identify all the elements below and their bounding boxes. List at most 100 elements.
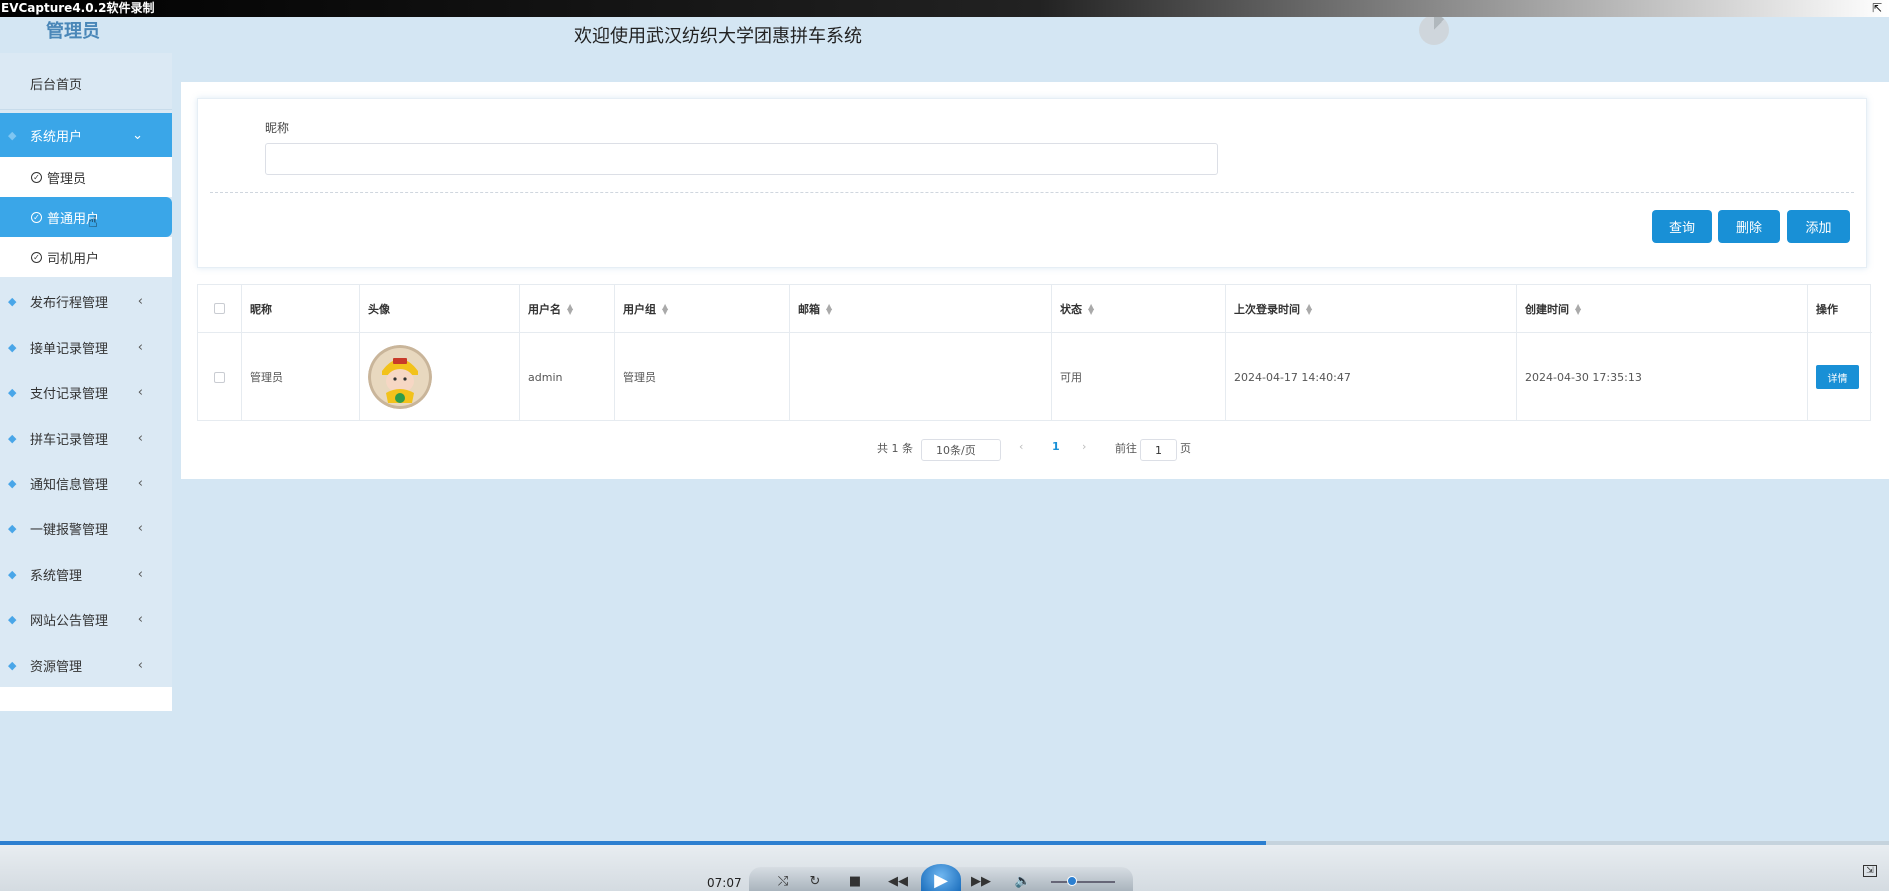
cell-group: 管理员 (615, 333, 790, 421)
select-all-checkbox[interactable] (214, 303, 225, 314)
sort-icon[interactable]: ▲ ▼ (1575, 302, 1581, 315)
diamond-icon: ◆ (8, 340, 17, 354)
diamond-icon: ◆ (8, 612, 17, 626)
fullscreen-toggle-icon[interactable]: ⇱ (1869, 1, 1885, 15)
header-label: 状态 (1060, 302, 1082, 316)
chevron-left-icon: ‹ (137, 293, 143, 309)
search-panel (197, 98, 1867, 268)
picture-in-picture-icon[interactable]: ⇲ (1863, 865, 1877, 877)
hand-cursor-icon: ☝ (88, 212, 98, 231)
header-label: 上次登录时间 (1234, 302, 1300, 316)
chevron-left-icon: ‹ (137, 520, 143, 536)
chevron-left-icon: ‹ (137, 475, 143, 491)
diamond-icon: ◆ (8, 476, 17, 490)
sidebar-subitem-normal-user[interactable]: ✓ 普通用户 (0, 197, 172, 237)
sidebar-item-home[interactable]: 后台首页 (0, 61, 172, 105)
fast-forward-icon[interactable]: ▶▶ (970, 873, 992, 891)
prev-page-icon[interactable]: ‹ (1019, 440, 1023, 453)
page-number[interactable]: 1 (1052, 440, 1060, 453)
sidebar-item-label: 发布行程管理 (30, 295, 109, 311)
row-checkbox[interactable] (214, 371, 225, 383)
clock-icon: ✓ (31, 211, 42, 223)
users-table: 昵称 头像 用户名 ▲ ▼ 用户组 ▲ ▼ 邮箱 ▲ ▼ 状态 ▲ ▼ 上次登录时间 ▲ ▼ 创建时… (197, 284, 1872, 421)
header-group[interactable]: 用户组 ▲ ▼ (615, 285, 790, 332)
diamond-icon: ◆ (8, 128, 17, 142)
cell-nickname: 管理员 (242, 333, 360, 421)
rewind-icon[interactable]: ◀◀ (887, 873, 909, 891)
volume-slider-knob[interactable] (1067, 876, 1077, 886)
header-username[interactable]: 用户名 ▲ ▼ (520, 285, 615, 332)
sidebar-item-carpool-management[interactable]: ◆ 拼车记录管理 ‹ (0, 416, 172, 460)
clock-icon: ✓ (31, 171, 42, 183)
sidebar-item-payment-management[interactable]: ◆ 支付记录管理 ‹ (0, 370, 172, 414)
header-label: 用户组 (623, 302, 656, 316)
sidebar-item-label: 一键报警管理 (30, 522, 109, 538)
diamond-icon: ◆ (8, 521, 17, 535)
diamond-icon: ◆ (8, 658, 17, 672)
chevron-left-icon: ‹ (137, 384, 143, 400)
shuffle-icon[interactable]: ⤭ (772, 873, 794, 891)
sidebar-item-system-management[interactable]: ◆ 系统管理 ‹ (0, 552, 172, 596)
sidebar-item-system-users[interactable]: ◆ 系统用户 ⌄ (0, 113, 172, 157)
sidebar-item-resource-management[interactable]: ◆ 资源管理 ‹ (0, 643, 172, 687)
next-page-icon[interactable]: › (1082, 440, 1086, 453)
header-status[interactable]: 状态 ▲ ▼ (1052, 285, 1226, 332)
sidebar-item-label: 通知信息管理 (30, 477, 109, 493)
header-nickname: 昵称 (242, 285, 360, 332)
sidebar-divider (0, 109, 172, 110)
sidebar-subitem-label: 管理员 (47, 171, 87, 187)
goto-page-input[interactable]: 1 (1140, 439, 1177, 461)
search-divider (210, 192, 1854, 193)
sidebar-item-trip-management[interactable]: ◆ 发布行程管理 ‹ (0, 279, 172, 323)
chevron-left-icon: ‹ (137, 566, 143, 582)
chevron-left-icon: ‹ (137, 657, 143, 673)
page-size-select[interactable]: 10条/页 (921, 439, 1001, 461)
volume-slider[interactable] (1051, 881, 1115, 883)
sidebar-item-notice-management[interactable]: ◆ 通知信息管理 ‹ (0, 461, 172, 505)
diamond-icon: ◆ (8, 294, 17, 308)
page-title: 欢迎使用武汉纺织大学团惠拼车系统 (574, 26, 862, 47)
sidebar-item-label: 系统管理 (30, 568, 83, 584)
sidebar-item-label: 后台首页 (30, 77, 83, 93)
sidebar-subitem-label: 司机用户 (47, 251, 100, 267)
sidebar-item-label: 支付记录管理 (30, 386, 109, 402)
repeat-icon[interactable]: ↻ (804, 873, 826, 891)
sidebar-item-announcement-management[interactable]: ◆ 网站公告管理 ‹ (0, 597, 172, 641)
loading-spinner-icon (1419, 15, 1449, 45)
add-button[interactable]: 添加 (1787, 210, 1850, 243)
sidebar-item-label: 系统用户 (30, 129, 83, 145)
nickname-search-input[interactable] (265, 143, 1218, 175)
header-label: 创建时间 (1525, 302, 1569, 316)
recorder-title-bar: EVCapture4.0.2软件录制 ⇱ (0, 0, 1889, 17)
sort-icon[interactable]: ▲ ▼ (1088, 302, 1094, 315)
sort-icon[interactable]: ▲ ▼ (662, 302, 668, 315)
sidebar-item-label: 接单记录管理 (30, 341, 109, 357)
query-button[interactable]: 查询 (1652, 210, 1712, 243)
header-last-login[interactable]: 上次登录时间 ▲ ▼ (1226, 285, 1517, 332)
sidebar: 管理员 后台首页 ◆ 系统用户 ⌄ ✓ 管理员 ✓ 普通用户 ✓ 司机用户 ◆ … (0, 17, 172, 711)
avatar-image (368, 345, 432, 409)
delete-button[interactable]: 删除 (1718, 210, 1780, 243)
sidebar-subitem-admin[interactable]: ✓ 管理员 (0, 157, 172, 197)
diamond-icon: ◆ (8, 431, 17, 445)
header-email[interactable]: 邮箱 ▲ ▼ (790, 285, 1052, 332)
diamond-icon: ◆ (8, 567, 17, 581)
volume-icon[interactable]: 🔈 (1012, 873, 1034, 891)
detail-button[interactable]: 详情 (1816, 365, 1859, 389)
playback-time: 07:07 (707, 876, 742, 890)
search-label: 昵称 (265, 121, 290, 135)
play-icon[interactable]: ▶ (921, 864, 961, 891)
sidebar-footer (0, 687, 172, 711)
header-created[interactable]: 创建时间 ▲ ▼ (1517, 285, 1808, 332)
sidebar-subitem-driver-user[interactable]: ✓ 司机用户 (0, 237, 172, 277)
row-select-cell[interactable] (198, 333, 242, 421)
sidebar-item-order-management[interactable]: ◆ 接单记录管理 ‹ (0, 325, 172, 369)
table-row: 管理员 admin 管理员 可用 2024-04-17 14:40:47 202… (198, 333, 1872, 421)
stop-icon[interactable]: ■ (844, 873, 866, 891)
sort-icon[interactable]: ▲ ▼ (826, 302, 832, 315)
cell-created: 2024-04-30 17:35:13 (1517, 333, 1808, 421)
sort-icon[interactable]: ▲ ▼ (1306, 302, 1312, 315)
header-select-all[interactable] (198, 285, 242, 332)
sidebar-item-alarm-management[interactable]: ◆ 一键报警管理 ‹ (0, 506, 172, 550)
sort-icon[interactable]: ▲ ▼ (567, 302, 573, 315)
